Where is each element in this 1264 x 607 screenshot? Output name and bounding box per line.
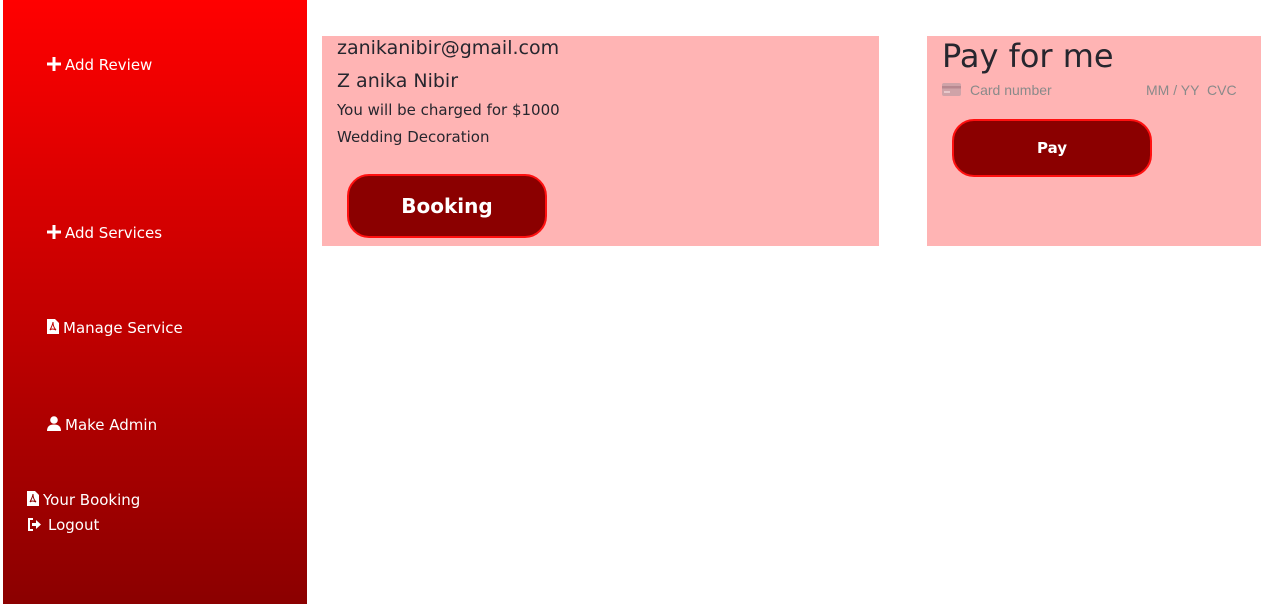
- card-number-placeholder: Card number: [970, 82, 1052, 98]
- sidebar-item-add-services[interactable]: Add Services: [47, 224, 162, 242]
- pay-button[interactable]: Pay: [952, 119, 1152, 177]
- charge-text: You will be charged for $1000: [337, 101, 560, 119]
- sign-out-icon: [27, 518, 42, 534]
- sidebar-item-label: Add Review: [65, 56, 153, 74]
- user-email: zanikanibir@gmail.com: [337, 37, 560, 59]
- plus-icon: [47, 225, 61, 242]
- user-icon: [47, 416, 61, 434]
- payment-card: Pay for me Card number MM / YY CVC Pay: [927, 36, 1261, 246]
- sidebar-item-manage-service[interactable]: Manage Service: [47, 319, 183, 337]
- sidebar-item-label: Manage Service: [63, 319, 183, 337]
- cvc-placeholder: CVC: [1207, 82, 1237, 98]
- sidebar-item-label: Logout: [48, 516, 100, 534]
- sidebar-item-add-review[interactable]: Add Review: [47, 56, 152, 74]
- sidebar-item-label: Make Admin: [65, 416, 158, 434]
- pdf-file-icon: [47, 319, 59, 337]
- user-name: Z anika Nibir: [337, 70, 459, 92]
- pdf-file-icon: [27, 491, 39, 509]
- service-name: Wedding Decoration: [337, 128, 490, 146]
- booking-card: zanikanibir@gmail.com Z anika Nibir You …: [322, 36, 879, 246]
- card-input[interactable]: Card number MM / YY CVC: [942, 82, 1238, 100]
- booking-button[interactable]: Booking: [347, 174, 547, 238]
- expiry-placeholder: MM / YY: [1146, 82, 1200, 98]
- sidebar-item-make-admin[interactable]: Make Admin: [47, 416, 157, 434]
- plus-icon: [47, 57, 61, 74]
- sidebar-item-your-booking[interactable]: Your Booking: [27, 491, 140, 509]
- sidebar: Add Review Add Services Manage Service M…: [3, 0, 307, 604]
- sidebar-item-label: Add Services: [65, 224, 163, 242]
- sidebar-item-label: Your Booking: [43, 491, 141, 509]
- credit-card-icon: [942, 83, 961, 99]
- payment-title: Pay for me: [942, 37, 1114, 75]
- sidebar-item-logout[interactable]: Logout: [27, 516, 99, 534]
